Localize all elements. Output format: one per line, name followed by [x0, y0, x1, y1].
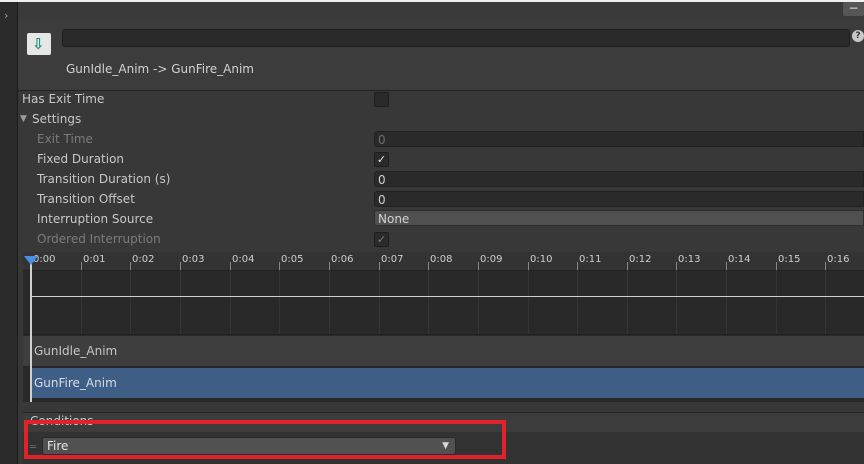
timeline-grid-line — [130, 270, 131, 334]
timeline-tick-label: 0:07 — [381, 254, 404, 265]
timeline-tick-label: 0:05 — [281, 254, 304, 265]
timeline-grid-line — [478, 270, 479, 334]
collapse-arrow-icon[interactable]: › — [4, 9, 8, 22]
transition-offset-field[interactable]: 0 — [374, 191, 864, 207]
fixed-duration-checkbox[interactable]: ✓ — [374, 152, 389, 167]
highlight-annotation-box — [24, 420, 506, 459]
timeline-tick-label: 0:10 — [530, 254, 553, 265]
timeline-grid-line — [428, 270, 429, 334]
settings-foldout-arrow-icon[interactable]: ▼ — [20, 114, 27, 124]
exit-time-label: Exit Time — [37, 132, 93, 146]
timeline-grid-line — [329, 270, 330, 334]
source-state-track[interactable]: GunIdle_Anim — [23, 336, 864, 367]
exit-time-field: 0 — [374, 131, 864, 147]
left-gutter — [0, 2, 18, 464]
timeline-tick-label: 0:16 — [827, 254, 850, 265]
interruption-source-label: Interruption Source — [37, 212, 154, 226]
transition-name-field[interactable] — [62, 29, 850, 47]
transition-curve-line — [32, 296, 864, 297]
source-state-label: GunIdle_Anim — [34, 344, 118, 358]
timeline-tick-label: 0:06 — [331, 254, 354, 265]
destination-state-track[interactable]: GunFire_Anim — [31, 368, 864, 398]
timeline-tick-label: 0:15 — [778, 254, 801, 265]
timeline-grid-line — [180, 270, 181, 334]
timeline-grid-line — [528, 270, 529, 334]
timeline-tick-label: 0:12 — [629, 254, 652, 265]
destination-state-label: GunFire_Anim — [34, 376, 117, 390]
timeline-grid-line — [379, 270, 380, 334]
transition-title: GunIdle_Anim -> GunFire_Anim — [66, 62, 254, 76]
timeline-tick-label: 0:02 — [132, 254, 155, 265]
ordered-interruption-label: Ordered Interruption — [37, 232, 161, 246]
transition-offset-label: Transition Offset — [37, 192, 135, 206]
timeline-tick-label: 0:04 — [232, 254, 255, 265]
timeline-tick-label: 0:11 — [579, 254, 602, 265]
timeline-tick-label: 0:08 — [430, 254, 453, 265]
timeline-tick-label: 0:01 — [83, 254, 106, 265]
state-transition-icon: ⇩ — [27, 33, 51, 55]
timeline-grid-line — [825, 270, 826, 334]
ordered-interruption-checkbox: ✓ — [374, 232, 389, 247]
timeline-tick-label: 0:09 — [480, 254, 503, 265]
timeline-grid-line — [627, 270, 628, 334]
timeline-tick-label: 0:14 — [728, 254, 751, 265]
timeline-grid-line — [577, 270, 578, 334]
timeline-grid-line — [776, 270, 777, 334]
timeline-playhead[interactable] — [30, 262, 32, 402]
has-exit-time-checkbox[interactable] — [374, 92, 389, 107]
inspector-toolbar — [18, 2, 864, 20]
transition-duration-label: Transition Duration (s) — [37, 172, 171, 186]
timeline-tick-label: 0:03 — [182, 254, 205, 265]
timeline-grid-line — [230, 270, 231, 334]
timeline-grid-line — [81, 270, 82, 334]
timeline-tick-label: 0:13 — [678, 254, 701, 265]
help-icon[interactable]: ? — [852, 30, 864, 42]
minimize-button[interactable]: − — [843, 2, 864, 16]
fixed-duration-label: Fixed Duration — [37, 152, 125, 166]
playhead-marker-icon[interactable] — [24, 256, 38, 265]
transition-duration-field[interactable]: 0 — [374, 171, 864, 187]
has-exit-time-label: Has Exit Time — [22, 92, 105, 106]
timeline-grid-line — [676, 270, 677, 334]
timeline-grid-line — [279, 270, 280, 334]
timeline-grid-line — [726, 270, 727, 334]
timeline-divider — [23, 334, 864, 335]
settings-foldout-label[interactable]: Settings — [32, 112, 81, 126]
interruption-source-dropdown[interactable]: None — [374, 210, 864, 226]
